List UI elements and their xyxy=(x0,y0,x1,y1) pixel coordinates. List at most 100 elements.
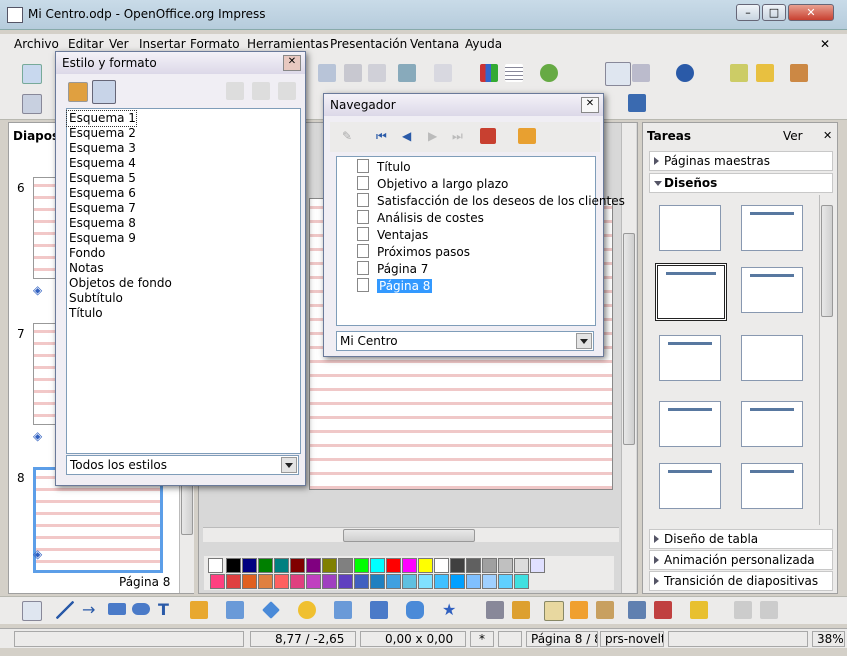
navigator-toggle-icon[interactable] xyxy=(605,62,631,86)
insert-slide-icon[interactable] xyxy=(730,64,748,82)
layout-chart[interactable] xyxy=(741,401,803,447)
color-swatch[interactable] xyxy=(482,574,497,589)
scrollbar-thumb[interactable] xyxy=(623,233,635,445)
color-swatch[interactable] xyxy=(402,558,417,573)
navigator-item[interactable]: Objetivo a largo plazo xyxy=(337,176,595,193)
ellipse-icon[interactable] xyxy=(132,603,150,615)
tasks-close-button[interactable]: ✕ xyxy=(823,129,832,142)
horizontal-scrollbar[interactable] xyxy=(203,527,619,542)
styles-filter-select[interactable]: Todos los estilos xyxy=(66,455,299,475)
chevron-down-icon[interactable] xyxy=(281,457,297,473)
extrusion-icon[interactable] xyxy=(734,601,752,619)
navigator-item[interactable]: Próximos pasos xyxy=(337,244,595,261)
menu-herramientas[interactable]: Herramientas xyxy=(247,37,329,51)
color-swatch[interactable] xyxy=(386,574,401,589)
color-swatch[interactable] xyxy=(306,574,321,589)
help-icon[interactable] xyxy=(676,64,694,82)
styles-titlebar[interactable]: Estilo y formato ✕ xyxy=(56,52,305,74)
first-slide-icon[interactable]: ⏮ xyxy=(376,129,387,144)
color-swatch[interactable] xyxy=(242,558,257,573)
color-swatch[interactable] xyxy=(290,558,305,573)
rectangle-icon[interactable] xyxy=(108,603,126,615)
section-table-design[interactable]: Diseño de tabla xyxy=(649,529,833,549)
color-swatch[interactable] xyxy=(450,574,465,589)
color-swatch[interactable] xyxy=(258,574,273,589)
color-swatch[interactable] xyxy=(242,574,257,589)
effects-icon[interactable] xyxy=(628,601,646,619)
color-swatch[interactable] xyxy=(498,574,513,589)
menu-presentacion[interactable]: Presentación xyxy=(330,37,407,51)
section-slide-transition[interactable]: Transición de diapositivas xyxy=(649,571,833,591)
navigator-close-button[interactable]: ✕ xyxy=(581,97,599,113)
from-file-icon[interactable] xyxy=(570,601,588,619)
section-layouts[interactable]: Diseños xyxy=(649,173,833,193)
navigator-item[interactable]: Título xyxy=(337,159,595,176)
previous-slide-icon[interactable]: ◀ xyxy=(402,129,411,143)
menu-ayuda[interactable]: Ayuda xyxy=(465,37,502,51)
paste-icon[interactable] xyxy=(318,64,336,82)
curve-icon[interactable] xyxy=(190,601,208,619)
tasks-view-menu[interactable]: Ver xyxy=(783,129,803,143)
color-swatch[interactable] xyxy=(226,574,241,589)
monitor-icon[interactable] xyxy=(628,94,646,112)
interaction-icon[interactable] xyxy=(654,601,672,619)
color-swatch[interactable] xyxy=(466,574,481,589)
style-item[interactable]: Título xyxy=(67,306,300,321)
styles-list[interactable]: Esquema 1 Esquema 2 Esquema 3 Esquema 4 Esqu… xyxy=(66,108,301,454)
drag-mode-icon[interactable] xyxy=(480,128,496,144)
stars-icon[interactable]: ★ xyxy=(442,601,460,619)
chevron-down-icon[interactable] xyxy=(576,333,592,349)
clone-format-icon[interactable] xyxy=(344,64,362,82)
callouts-icon[interactable] xyxy=(406,601,424,619)
color-swatch[interactable] xyxy=(402,574,417,589)
color-swatch[interactable] xyxy=(418,558,433,573)
shapes-icon[interactable] xyxy=(518,128,536,144)
glue-points-icon[interactable] xyxy=(512,601,530,619)
menu-insertar[interactable]: Insertar xyxy=(139,37,186,51)
update-style-icon[interactable] xyxy=(278,82,296,100)
gallery-icon[interactable] xyxy=(540,64,558,82)
navigator-tree[interactable]: Título Objetivo a largo plazo Satisfacción… xyxy=(336,156,625,326)
presentation-icon[interactable] xyxy=(790,64,808,82)
color-swatch[interactable] xyxy=(354,574,369,589)
arrow-line-icon[interactable]: → xyxy=(82,601,100,619)
fontwork-icon[interactable] xyxy=(544,601,564,621)
layouts-scrollbar[interactable] xyxy=(819,195,834,525)
color-swatch[interactable] xyxy=(274,574,289,589)
select-arrow-icon[interactable] xyxy=(22,601,42,621)
color-swatch[interactable] xyxy=(370,574,385,589)
style-item[interactable]: Esquema 9 xyxy=(67,231,300,246)
menu-ventana[interactable]: Ventana xyxy=(410,37,459,51)
color-swatch[interactable] xyxy=(274,558,289,573)
style-item[interactable]: Esquema 1 xyxy=(66,110,137,127)
navigator-item[interactable]: Ventajas xyxy=(337,227,595,244)
layout-blank[interactable] xyxy=(659,205,721,251)
color-swatch[interactable] xyxy=(514,574,529,589)
extrusion-toggle-icon[interactable] xyxy=(760,601,778,619)
scrollbar-thumb[interactable] xyxy=(821,205,833,317)
layout-image-text[interactable] xyxy=(741,463,803,509)
color-swatch[interactable] xyxy=(322,558,337,573)
line-icon[interactable] xyxy=(56,601,74,619)
gallery-draw-icon[interactable] xyxy=(596,601,614,619)
style-item[interactable]: Esquema 2 xyxy=(67,126,300,141)
table-icon[interactable] xyxy=(505,64,523,82)
layout-title-object[interactable] xyxy=(659,401,721,447)
flowchart-icon[interactable] xyxy=(370,601,388,619)
scrollbar-thumb[interactable] xyxy=(343,529,475,542)
menu-ver[interactable]: Ver xyxy=(109,37,129,51)
fill-format-icon[interactable] xyxy=(226,82,244,100)
style-item[interactable]: Esquema 5 xyxy=(67,171,300,186)
undo-icon[interactable] xyxy=(398,64,416,82)
navigator-titlebar[interactable]: Navegador ✕ xyxy=(324,94,603,116)
color-swatch[interactable] xyxy=(338,558,353,573)
redo-icon[interactable] xyxy=(434,64,452,82)
style-item[interactable]: Esquema 8 xyxy=(67,216,300,231)
no-fill-swatch[interactable] xyxy=(208,558,223,573)
layout-table[interactable] xyxy=(659,463,721,509)
style-item[interactable]: Esquema 6 xyxy=(67,186,300,201)
color-swatch[interactable] xyxy=(226,558,241,573)
styles-close-button[interactable]: ✕ xyxy=(283,55,301,71)
image-icon[interactable] xyxy=(756,64,774,82)
color-swatch[interactable] xyxy=(210,574,225,589)
